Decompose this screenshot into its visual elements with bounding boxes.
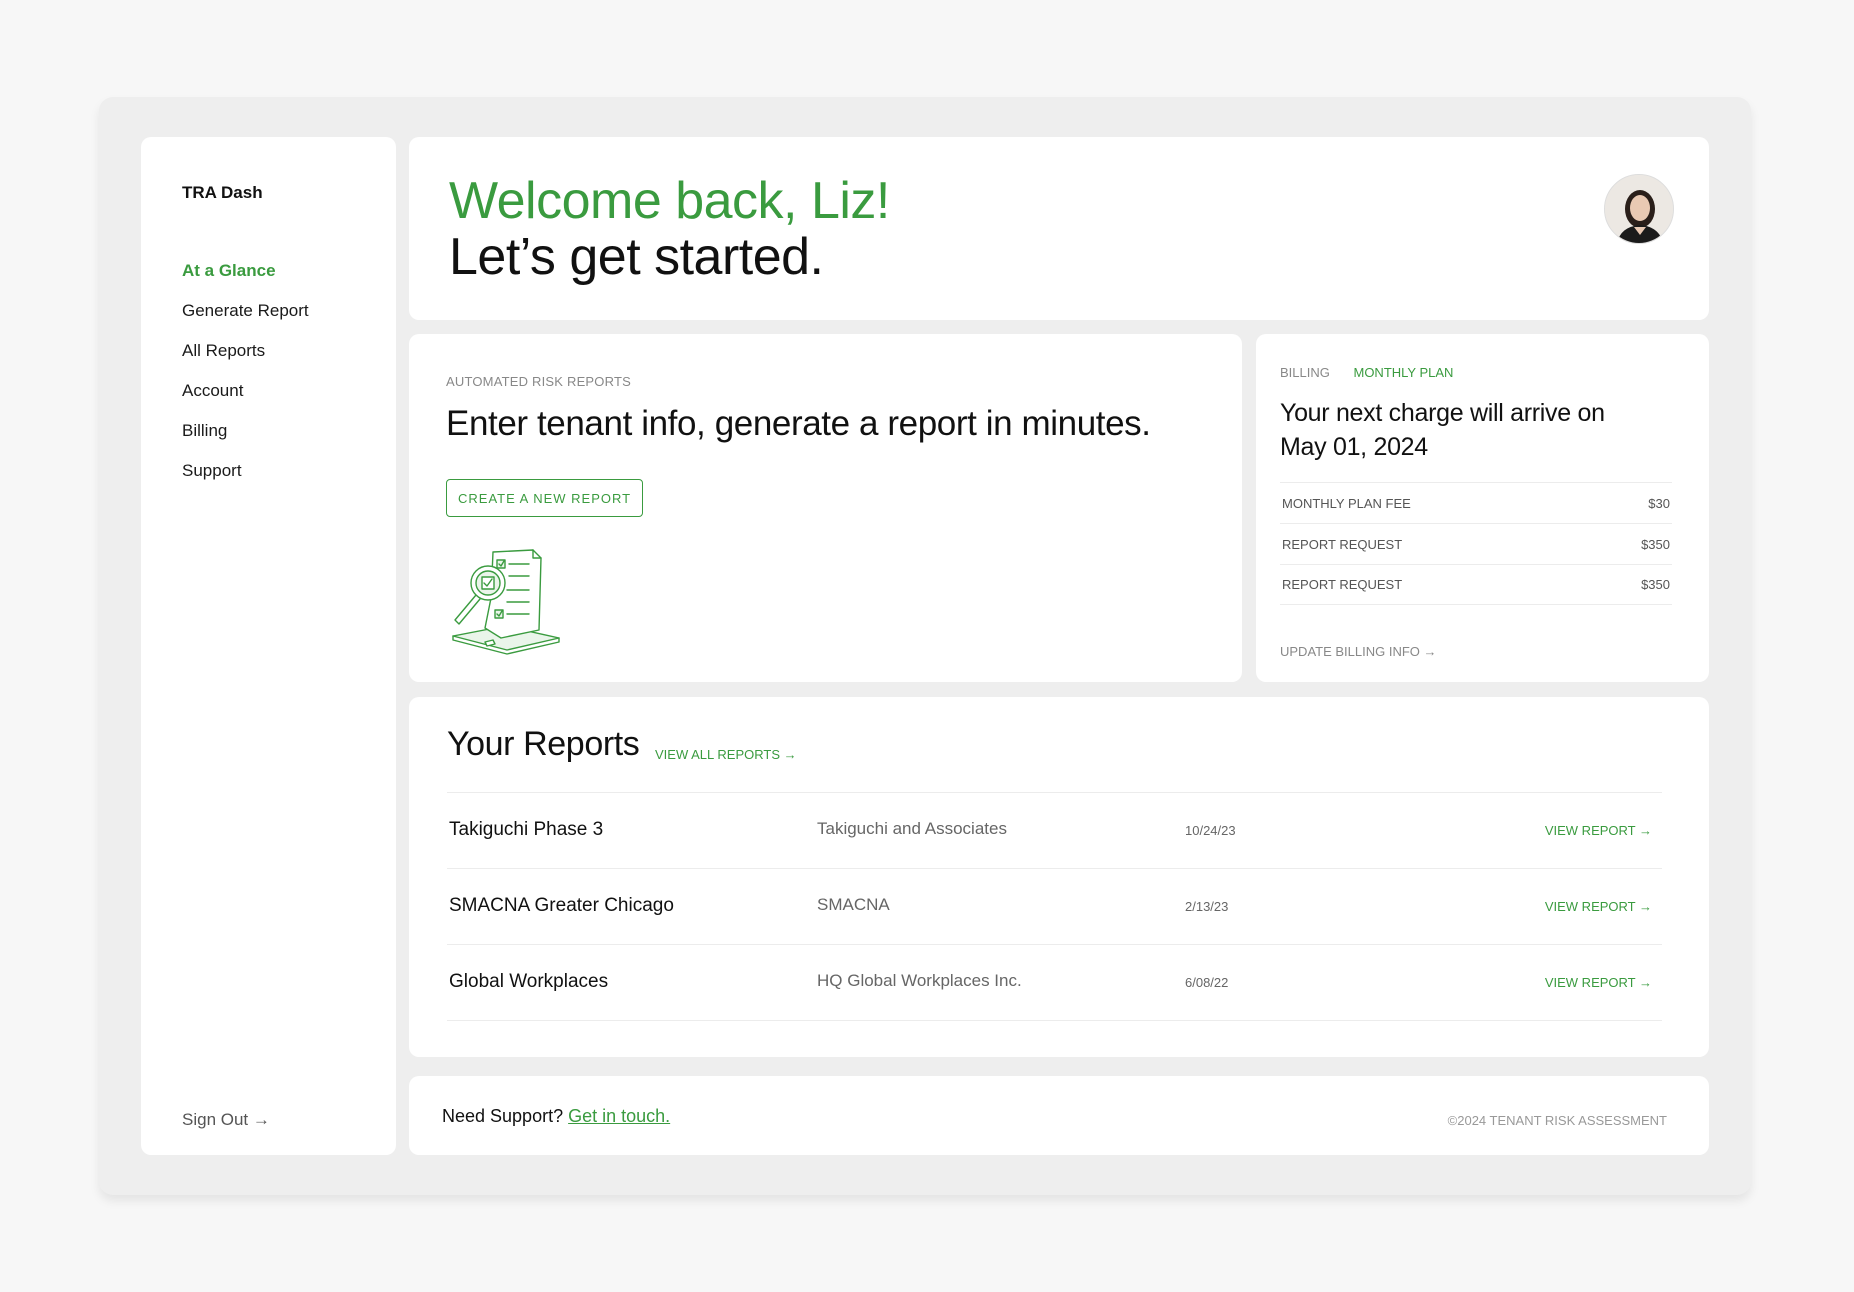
footer-card: Need Support? Get in touch. ©2024 TENANT… [409, 1076, 1709, 1155]
fee-label: REPORT REQUEST [1282, 577, 1403, 592]
welcome-subheading: Let’s get started. [449, 228, 824, 286]
automated-reports-card: AUTOMATED RISK REPORTS Enter tenant info… [409, 334, 1242, 682]
user-photo-icon [1605, 175, 1673, 243]
sidebar-item-at-a-glance[interactable]: At a Glance [182, 255, 309, 295]
billing-card: BILLING MONTHLY PLAN Your next charge wi… [1256, 334, 1709, 682]
fee-label: MONTHLY PLAN FEE [1282, 495, 1411, 511]
fee-amount: $350 [1641, 536, 1670, 552]
welcome-card: Welcome back, Liz! Let’s get started. [409, 137, 1709, 320]
report-date: 6/08/22 [1185, 975, 1229, 990]
brand-name: TRA Dash [182, 183, 263, 202]
fee-row: MONTHLY PLAN FEE $30 [1280, 482, 1672, 523]
copyright: ©2024 TENANT RISK ASSESSMENT [1447, 1113, 1667, 1128]
report-name: Global Workplaces [449, 971, 609, 992]
promo-title: Enter tenant info, generate a report in … [446, 404, 1151, 443]
table-row: Takiguchi Phase 3 Takiguchi and Associat… [447, 793, 1662, 869]
report-client: HQ Global Workplaces Inc. [817, 971, 1022, 990]
support-prompt: Need Support? Get in touch. [442, 1106, 670, 1127]
sidebar-item-generate-report[interactable]: Generate Report [182, 295, 309, 335]
billing-tabs: BILLING MONTHLY PLAN [1280, 365, 1473, 380]
welcome-heading: Welcome back, Liz! [449, 172, 890, 230]
avatar[interactable] [1604, 174, 1674, 244]
fee-row: REPORT REQUEST $350 [1280, 523, 1672, 564]
reports-table: Takiguchi Phase 3 Takiguchi and Associat… [447, 792, 1662, 1021]
view-report-link[interactable]: VIEW REPORT → [1545, 899, 1652, 914]
sign-out-link[interactable]: Sign Out → [182, 1110, 270, 1130]
view-report-link[interactable]: VIEW REPORT → [1545, 823, 1652, 838]
report-magnifier-icon [452, 549, 560, 655]
fee-label: REPORT REQUEST [1282, 536, 1403, 552]
support-text: Need Support? [442, 1106, 564, 1126]
sidebar-item-account[interactable]: Account [182, 375, 309, 415]
report-client: Takiguchi and Associates [817, 819, 1007, 838]
fee-list: MONTHLY PLAN FEE $30 REPORT REQUEST $350… [1280, 482, 1672, 605]
report-name: Takiguchi Phase 3 [449, 819, 604, 840]
view-all-reports-link[interactable]: VIEW ALL REPORTS → [655, 747, 797, 762]
report-client: SMACNA [817, 895, 890, 914]
sidebar-item-support[interactable]: Support [182, 455, 309, 495]
fee-amount: $30 [1648, 495, 1670, 511]
sidebar-nav: At a Glance Generate Report All Reports … [182, 255, 309, 495]
sidebar-item-billing[interactable]: Billing [182, 415, 309, 455]
sidebar: TRA Dash At a Glance Generate Report All… [141, 137, 396, 1155]
create-report-button[interactable]: CREATE A NEW REPORT [446, 479, 644, 517]
fee-row: REPORT REQUEST $350 [1280, 564, 1672, 605]
table-row: SMACNA Greater Chicago SMACNA 2/13/23 VI… [447, 869, 1662, 945]
table-row: Global Workplaces HQ Global Workplaces I… [447, 945, 1662, 1021]
view-report-link[interactable]: VIEW REPORT → [1545, 975, 1652, 990]
fee-amount: $350 [1641, 577, 1670, 592]
get-in-touch-link[interactable]: Get in touch. [568, 1106, 670, 1126]
report-date: 10/24/23 [1185, 823, 1236, 838]
your-reports-card: Your Reports VIEW ALL REPORTS → Takiguch… [409, 697, 1709, 1057]
next-charge-message: Your next charge will arrive on May 01, … [1280, 399, 1605, 461]
reports-title: Your Reports [447, 725, 640, 763]
tab-monthly-plan[interactable]: MONTHLY PLAN [1353, 365, 1453, 380]
promo-eyebrow: AUTOMATED RISK REPORTS [446, 374, 631, 389]
report-name: SMACNA Greater Chicago [449, 895, 674, 916]
update-billing-link[interactable]: UPDATE BILLING INFO → [1280, 644, 1437, 659]
sidebar-item-all-reports[interactable]: All Reports [182, 335, 309, 375]
report-date: 2/13/23 [1185, 899, 1229, 914]
tab-billing[interactable]: BILLING [1280, 365, 1330, 380]
